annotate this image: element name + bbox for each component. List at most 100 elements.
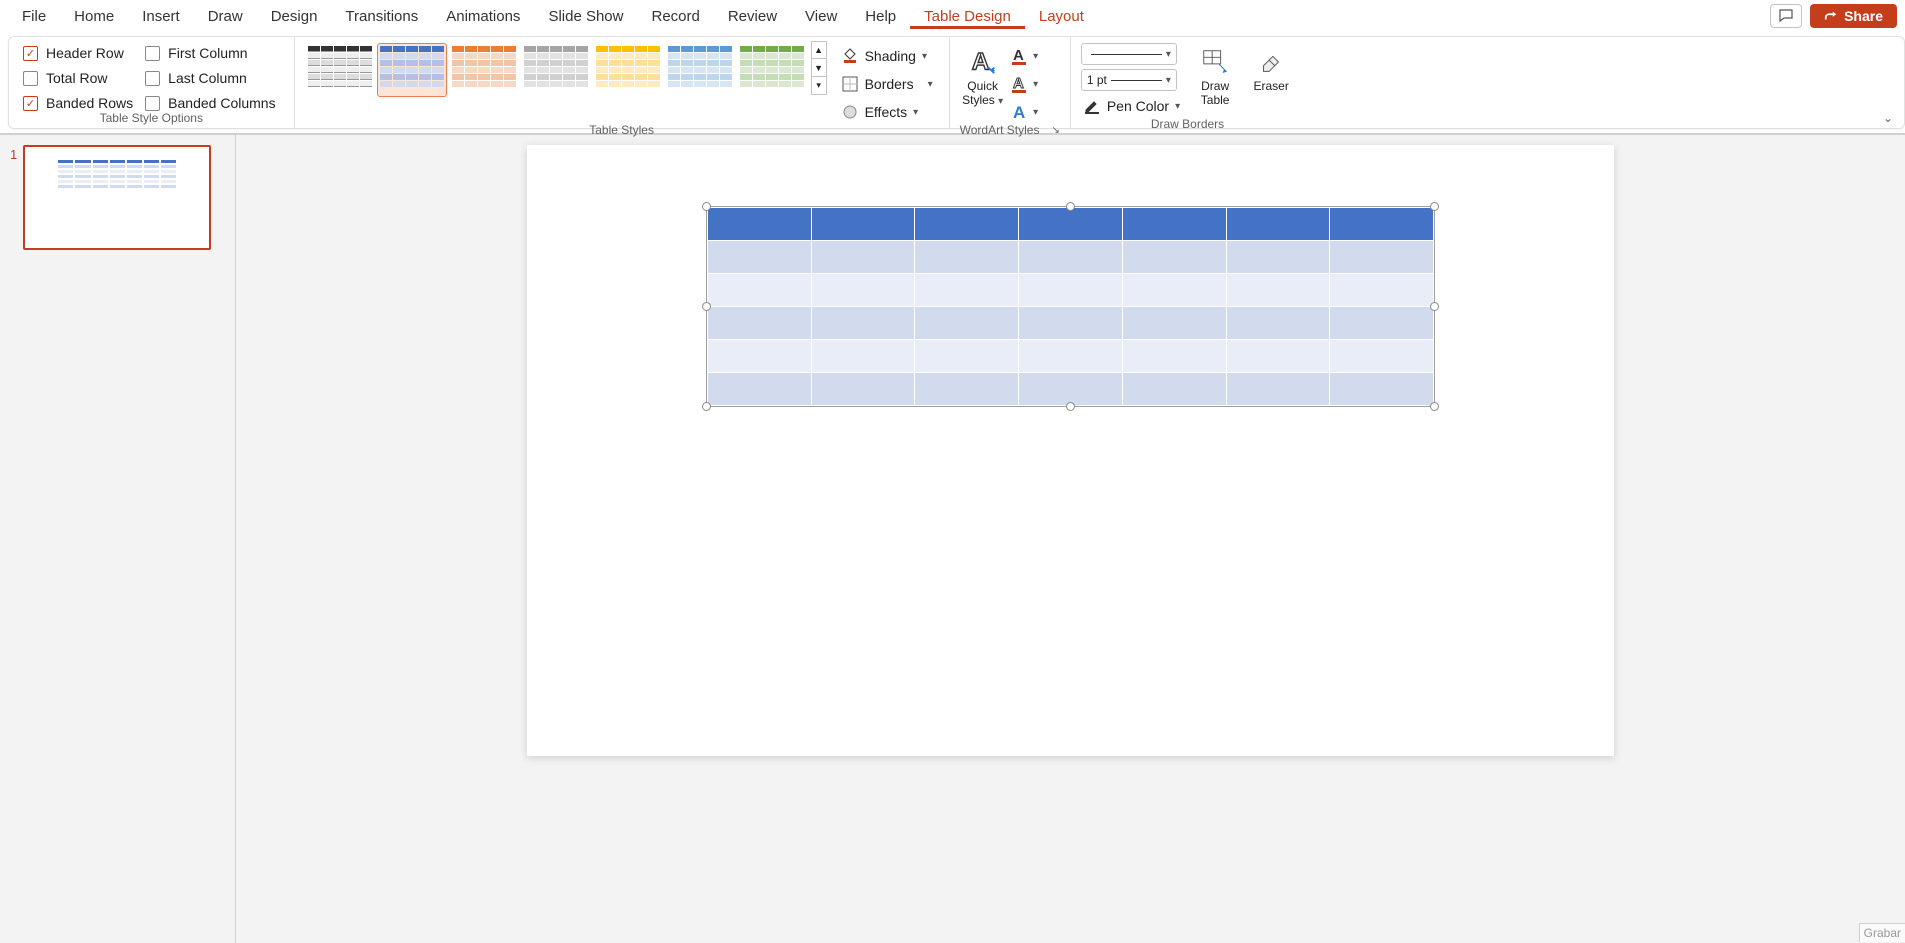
- dialog-launcher-wordart[interactable]: ↘: [1051, 125, 1059, 136]
- text-effects-icon: A: [1011, 102, 1033, 122]
- checkbox-banded-columns[interactable]: Banded Columns: [145, 95, 275, 111]
- label-last-column: Last Column: [168, 70, 247, 86]
- quick-styles-button[interactable]: A Quick Styles ▾: [960, 43, 1006, 108]
- resize-handle-e[interactable]: [1430, 302, 1439, 311]
- effects-button[interactable]: Effects ▾: [837, 101, 937, 123]
- tab-animations[interactable]: Animations: [432, 4, 534, 29]
- resize-handle-s[interactable]: [1066, 402, 1075, 411]
- check-icon: [145, 96, 160, 111]
- tab-table-design[interactable]: Table Design: [910, 4, 1025, 29]
- resize-handle-w[interactable]: [702, 302, 711, 311]
- group-label-draw-borders: Draw Borders: [1081, 117, 1294, 133]
- share-button[interactable]: Share: [1810, 4, 1897, 28]
- text-effects-button[interactable]: A▾: [1010, 101, 1040, 123]
- label-total-row: Total Row: [46, 70, 107, 86]
- resize-handle-n[interactable]: [1066, 202, 1075, 211]
- svg-text:A: A: [1013, 75, 1024, 92]
- check-icon: ✓: [23, 96, 38, 111]
- tab-draw[interactable]: Draw: [194, 4, 257, 29]
- tab-record[interactable]: Record: [637, 4, 713, 29]
- resize-handle-nw[interactable]: [702, 202, 711, 211]
- text-outline-button[interactable]: A▾: [1010, 73, 1040, 95]
- tab-view[interactable]: View: [791, 4, 851, 29]
- chevron-down-icon: ▾: [922, 51, 927, 62]
- tab-insert[interactable]: Insert: [128, 4, 194, 29]
- slide-1[interactable]: [527, 145, 1614, 756]
- table-style-none[interactable]: [305, 43, 375, 97]
- resize-handle-sw[interactable]: [702, 402, 711, 411]
- table-style-green[interactable]: [737, 43, 807, 97]
- draw-table-button[interactable]: Draw Table: [1192, 43, 1238, 108]
- tab-transitions[interactable]: Transitions: [331, 4, 432, 29]
- pen-color-button[interactable]: Pen Color ▾: [1081, 95, 1182, 117]
- gallery-scroll-down[interactable]: ▼: [811, 59, 827, 77]
- resize-handle-ne[interactable]: [1430, 202, 1439, 211]
- slide-canvas-area[interactable]: [236, 135, 1905, 943]
- chevron-down-icon: ▾: [1033, 107, 1038, 118]
- group-table-style-options: ✓ Header Row Total Row ✓ Banded Rows: [9, 37, 295, 128]
- chevron-down-icon: ▾: [913, 107, 918, 118]
- table-style-blue2[interactable]: [665, 43, 735, 97]
- check-icon: [23, 71, 38, 86]
- checkbox-first-column[interactable]: First Column: [145, 45, 275, 61]
- label-banded-rows: Banded Rows: [46, 95, 133, 111]
- tab-layout[interactable]: Layout: [1025, 4, 1098, 29]
- tab-review[interactable]: Review: [714, 4, 791, 29]
- gallery-scroll-up[interactable]: ▲: [811, 41, 827, 59]
- effects-icon: [841, 103, 859, 121]
- label-banded-columns: Banded Columns: [168, 95, 275, 111]
- text-fill-button[interactable]: A▾: [1010, 45, 1040, 67]
- pen-style-select[interactable]: ▾: [1081, 43, 1177, 65]
- table-style-orange[interactable]: [449, 43, 519, 97]
- pen-color-label: Pen Color: [1107, 98, 1169, 114]
- chevron-down-icon: ▾: [1033, 51, 1038, 62]
- status-recording[interactable]: Grabar: [1859, 923, 1905, 942]
- svg-text:A: A: [1013, 47, 1024, 64]
- thumbnail-table-preview: [57, 159, 177, 189]
- collapse-ribbon-button[interactable]: ⌄: [1883, 111, 1893, 125]
- borders-button[interactable]: Borders ▾: [837, 73, 937, 95]
- chevron-down-icon: ▾: [1166, 49, 1171, 60]
- checkbox-total-row[interactable]: Total Row: [23, 70, 133, 86]
- comments-button[interactable]: [1770, 4, 1802, 28]
- slide-thumbnails-panel: 1: [0, 135, 236, 943]
- tab-slideshow[interactable]: Slide Show: [534, 4, 637, 29]
- eraser-icon: [1256, 47, 1286, 77]
- table-styles-gallery: [305, 41, 807, 97]
- resize-handle-se[interactable]: [1430, 402, 1439, 411]
- tab-help[interactable]: Help: [851, 4, 910, 29]
- ribbon-container: ✓ Header Row Total Row ✓ Banded Rows: [8, 36, 1905, 129]
- pen-color-icon: [1083, 97, 1101, 115]
- group-table-styles: ▲ ▼ ▾ Shading ▾: [295, 37, 950, 128]
- tab-file[interactable]: File: [8, 4, 60, 29]
- share-icon: [1824, 9, 1838, 23]
- selected-table-object[interactable]: [707, 207, 1434, 406]
- checkbox-last-column[interactable]: Last Column: [145, 70, 275, 86]
- tab-home[interactable]: Home: [60, 4, 128, 29]
- chevron-down-icon: ▾: [1033, 79, 1038, 90]
- group-wordart-styles: A Quick Styles ▾ A▾ A▾ A▾: [950, 37, 1071, 128]
- workspace: 1: [0, 135, 1905, 943]
- comment-icon: [1778, 8, 1794, 24]
- chevron-down-icon: ▾: [998, 96, 1003, 107]
- pen-weight-value: 1 pt: [1087, 73, 1107, 87]
- slide-thumbnail-1[interactable]: [23, 145, 211, 250]
- quick-styles-label: Quick Styles: [962, 79, 998, 107]
- slide-number: 1: [10, 145, 17, 933]
- checkbox-banded-rows[interactable]: ✓ Banded Rows: [23, 95, 133, 111]
- eraser-button[interactable]: Eraser: [1248, 43, 1294, 93]
- gallery-expand[interactable]: ▾: [811, 77, 827, 95]
- slide-table[interactable]: [707, 207, 1434, 406]
- chevron-down-icon: ▾: [1166, 75, 1171, 86]
- checkbox-header-row[interactable]: ✓ Header Row: [23, 45, 133, 61]
- group-draw-borders: ▾ 1 pt ▾ Pen Color ▾ Draw Table: [1071, 37, 1304, 128]
- table-style-gray[interactable]: [521, 43, 591, 97]
- check-icon: ✓: [23, 46, 38, 61]
- group-label-table-styles: Table Styles: [305, 123, 939, 139]
- pen-weight-select[interactable]: 1 pt ▾: [1081, 69, 1177, 91]
- tab-design[interactable]: Design: [257, 4, 332, 29]
- check-icon: [145, 46, 160, 61]
- table-style-blue[interactable]: [377, 43, 447, 97]
- shading-button[interactable]: Shading ▾: [837, 45, 937, 67]
- table-style-yellow[interactable]: [593, 43, 663, 97]
